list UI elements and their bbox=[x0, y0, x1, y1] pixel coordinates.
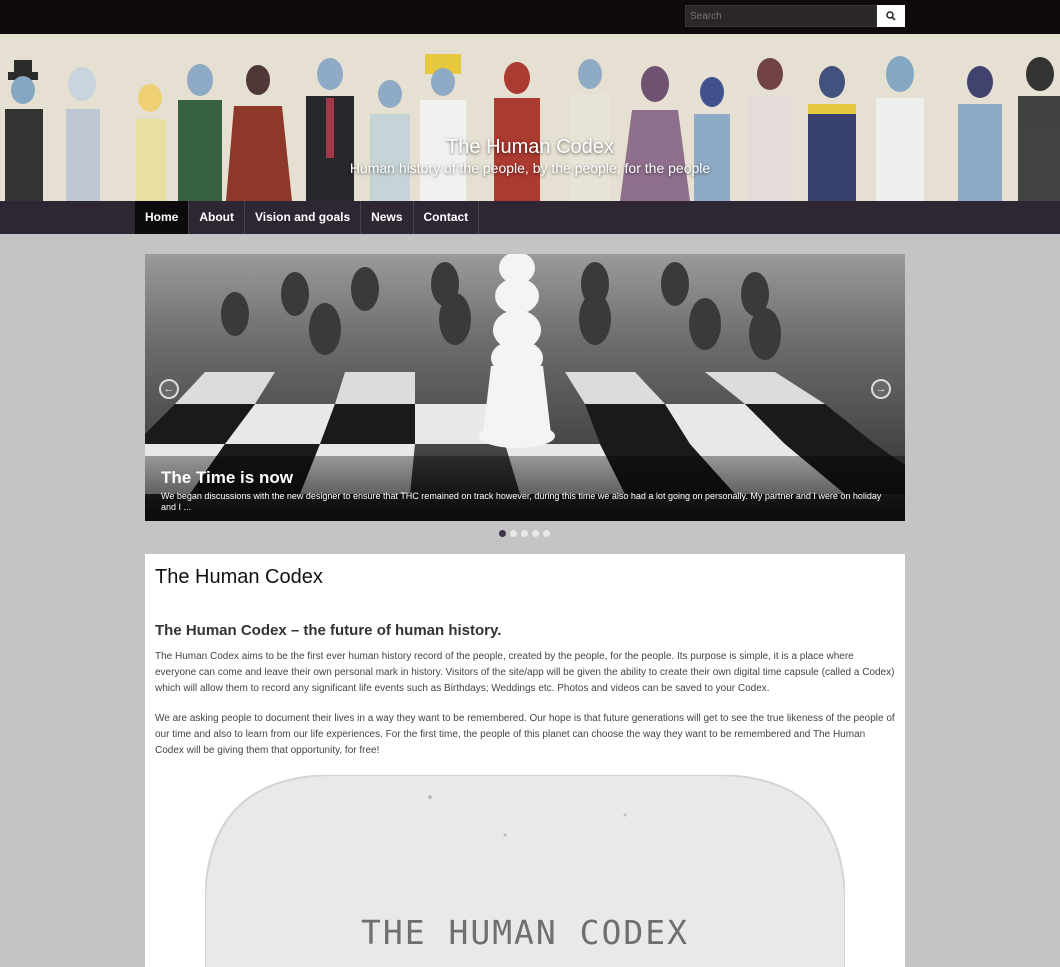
slider-dot[interactable] bbox=[543, 530, 550, 537]
slider-dot[interactable] bbox=[499, 530, 506, 537]
header-banner: The Human Codex Human history of the peo… bbox=[0, 34, 1060, 201]
top-bar bbox=[0, 0, 1060, 34]
search-input[interactable] bbox=[685, 5, 877, 27]
mission-paragraph: We are asking people to document their l… bbox=[155, 713, 895, 756]
slider-next-button[interactable]: → bbox=[871, 379, 891, 399]
slider-dot[interactable] bbox=[532, 530, 539, 537]
content-subheading: The Human Codex – the future of human hi… bbox=[155, 622, 502, 639]
featured-slider: ← → The Time is now We began discussions… bbox=[145, 254, 905, 521]
slide-title[interactable]: The Time is now bbox=[161, 468, 293, 488]
search-icon bbox=[886, 11, 896, 21]
site-title[interactable]: The Human Codex bbox=[0, 136, 1060, 159]
nav-item-news[interactable]: News bbox=[361, 201, 414, 234]
arrow-right-icon: → bbox=[875, 383, 887, 395]
nav-item-about[interactable]: About bbox=[189, 201, 245, 234]
site-tagline: Human history of the people, by the peop… bbox=[349, 160, 711, 176]
codex-logo-text: THE HUMAN CODEX bbox=[360, 913, 689, 952]
page-title: The Human Codex bbox=[155, 566, 323, 588]
search-form bbox=[685, 5, 905, 27]
slide-caption: The Time is now We began discussions wit… bbox=[145, 456, 905, 521]
slider-dot[interactable] bbox=[521, 530, 528, 537]
main-nav: Home About Vision and goals News Contact bbox=[0, 201, 1060, 234]
slide-excerpt: We began discussions with the new design… bbox=[161, 491, 882, 512]
slider-pagination bbox=[499, 530, 550, 537]
nav-item-vision-and-goals[interactable]: Vision and goals bbox=[245, 201, 362, 234]
intro-paragraph: The Human Codex aims to be the first eve… bbox=[155, 651, 895, 694]
nav-item-home[interactable]: Home bbox=[135, 201, 190, 234]
arrow-left-icon: ← bbox=[163, 383, 175, 395]
slider-prev-button[interactable]: ← bbox=[159, 379, 179, 399]
slider-dot[interactable] bbox=[510, 530, 517, 537]
codex-logo-image: THE HUMAN CODEX bbox=[205, 775, 845, 967]
search-button[interactable] bbox=[877, 5, 905, 27]
nav-item-contact[interactable]: Contact bbox=[414, 201, 480, 234]
main-content: The Human Codex The Human Codex – the fu… bbox=[145, 554, 905, 967]
